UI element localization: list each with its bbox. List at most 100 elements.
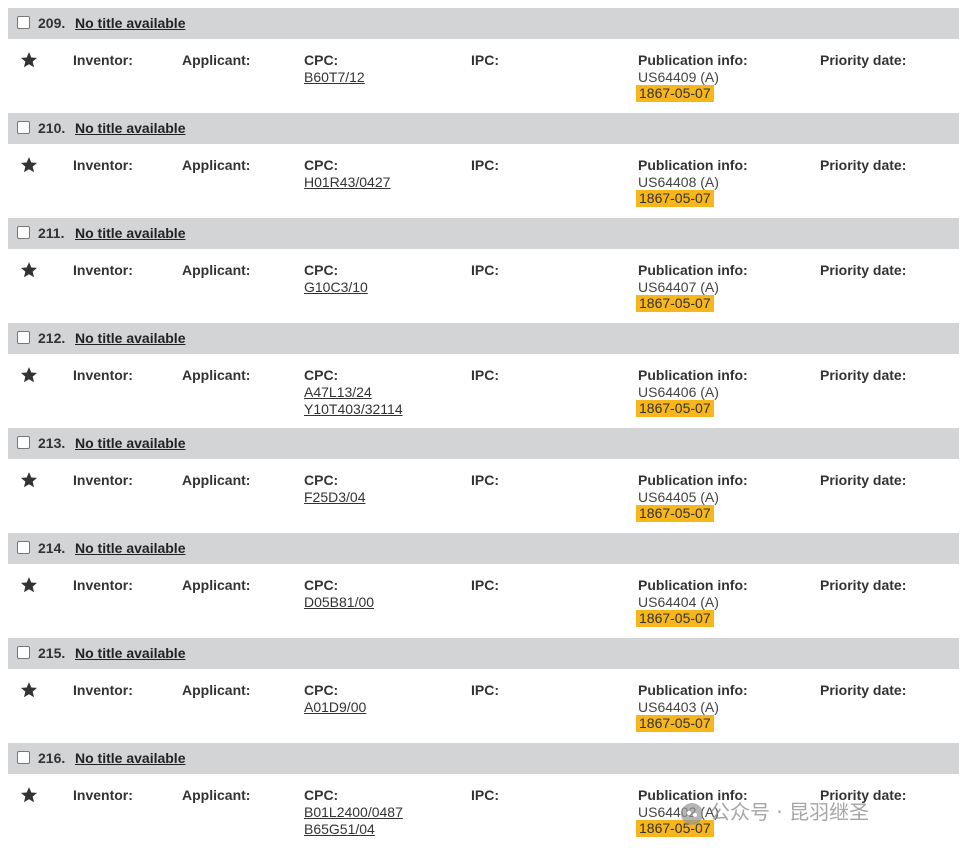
applicant-label: Applicant: [182,262,251,278]
cpc-link[interactable]: Y10T403/32114 [304,401,403,418]
cpc-link[interactable]: B01L2400/0487 [304,804,403,821]
cpc-label: CPC: [304,787,339,803]
ipc-label: IPC: [471,682,499,698]
cpc-list: B60T7/12 [304,69,365,86]
publication-number: US64403 (A) [638,699,719,715]
star-icon[interactable] [20,261,38,279]
star-icon[interactable] [20,156,38,174]
cpc-list: F25D3/04 [304,489,365,506]
priority-date-label: Priority date: [820,472,907,488]
publication-date: 1867-05-07 [636,190,714,207]
cpc-link[interactable]: B60T7/12 [304,69,365,86]
cpc-list: A01D9/00 [304,699,366,716]
select-checkbox[interactable] [17,751,30,764]
result-number: 209. [38,15,66,31]
publication-info-label: Publication info: [638,52,748,68]
cpc-list: H01R43/0427 [304,174,390,191]
cpc-link[interactable]: G10C3/10 [304,279,368,296]
select-checkbox[interactable] [17,436,30,449]
result-details: Inventor: Applicant: CPC: G10C3/10 IPC: … [8,249,959,323]
ipc-label: IPC: [471,157,499,173]
publication-info-label: Publication info: [638,367,748,383]
inventor-label: Inventor: [73,367,133,383]
publication-date: 1867-05-07 [636,400,714,417]
cpc-link[interactable]: A47L13/24 [304,384,403,401]
cpc-list: G10C3/10 [304,279,368,296]
applicant-label: Applicant: [182,52,251,68]
result-item: 209. No title available Inventor: Applic… [8,8,959,113]
select-checkbox[interactable] [17,226,30,239]
result-title-link[interactable]: No title available [75,645,185,661]
applicant-label: Applicant: [182,787,251,803]
result-header: 213. No title available [8,428,959,459]
star-icon[interactable] [20,51,38,69]
priority-date-label: Priority date: [820,52,907,68]
applicant-label: Applicant: [182,367,251,383]
select-checkbox[interactable] [17,646,30,659]
select-checkbox[interactable] [17,16,30,29]
select-checkbox[interactable] [17,541,30,554]
result-title-link[interactable]: No title available [75,435,185,451]
result-item: 211. No title available Inventor: Applic… [8,218,959,323]
result-details: Inventor: Applicant: CPC: A01D9/00 IPC: … [8,669,959,743]
cpc-label: CPC: [304,367,339,383]
priority-date-label: Priority date: [820,367,907,383]
star-icon[interactable] [20,786,38,804]
cpc-list: D05B81/00 [304,594,374,611]
cpc-label: CPC: [304,472,339,488]
star-icon[interactable] [20,681,38,699]
publication-date: 1867-05-07 [636,715,714,732]
result-title-link[interactable]: No title available [75,15,185,31]
result-number: 212. [38,330,66,346]
ipc-label: IPC: [471,52,499,68]
select-checkbox[interactable] [17,331,30,344]
cpc-link[interactable]: H01R43/0427 [304,174,390,191]
result-details: Inventor: Applicant: CPC: H01R43/0427 IP… [8,144,959,218]
result-header: 211. No title available [8,218,959,249]
result-details: Inventor: Applicant: CPC: A47L13/24 Y10T4… [8,354,959,428]
applicant-label: Applicant: [182,157,251,173]
result-item: 214. No title available Inventor: Applic… [8,533,959,638]
publication-info-label: Publication info: [638,262,748,278]
cpc-link[interactable]: A01D9/00 [304,699,366,716]
cpc-label: CPC: [304,52,339,68]
result-header: 209. No title available [8,8,959,39]
result-number: 215. [38,645,66,661]
publication-date: 1867-05-07 [636,85,714,102]
star-icon[interactable] [20,366,38,384]
priority-date-label: Priority date: [820,157,907,173]
inventor-label: Inventor: [73,157,133,173]
result-title-link[interactable]: No title available [75,750,185,766]
inventor-label: Inventor: [73,577,133,593]
wechat-icon [680,802,704,826]
select-checkbox[interactable] [17,121,30,134]
star-icon[interactable] [20,576,38,594]
result-header: 215. No title available [8,638,959,669]
star-icon[interactable] [20,471,38,489]
publication-number: US64405 (A) [638,489,719,505]
cpc-link[interactable]: D05B81/00 [304,594,374,611]
watermark-text: 公众号 · 昆羽继圣 [710,800,870,824]
publication-number: US64408 (A) [638,174,719,190]
result-title-link[interactable]: No title available [75,540,185,556]
result-title-link[interactable]: No title available [75,120,185,136]
cpc-link[interactable]: F25D3/04 [304,489,365,506]
result-details: Inventor: Applicant: CPC: D05B81/00 IPC:… [8,564,959,638]
result-number: 210. [38,120,66,136]
publication-info-label: Publication info: [638,472,748,488]
ipc-label: IPC: [471,367,499,383]
result-number: 214. [38,540,66,556]
publication-date: 1867-05-07 [636,610,714,627]
applicant-label: Applicant: [182,577,251,593]
cpc-label: CPC: [304,682,339,698]
result-number: 211. [38,225,65,241]
cpc-label: CPC: [304,157,339,173]
result-item: 213. No title available Inventor: Applic… [8,428,959,533]
cpc-link[interactable]: B65G51/04 [304,821,403,838]
publication-date: 1867-05-07 [636,505,714,522]
cpc-list: B01L2400/0487 B65G51/04 [304,804,403,838]
result-title-link[interactable]: No title available [75,330,185,346]
priority-date-label: Priority date: [820,577,907,593]
result-title-link[interactable]: No title available [75,225,185,241]
ipc-label: IPC: [471,472,499,488]
